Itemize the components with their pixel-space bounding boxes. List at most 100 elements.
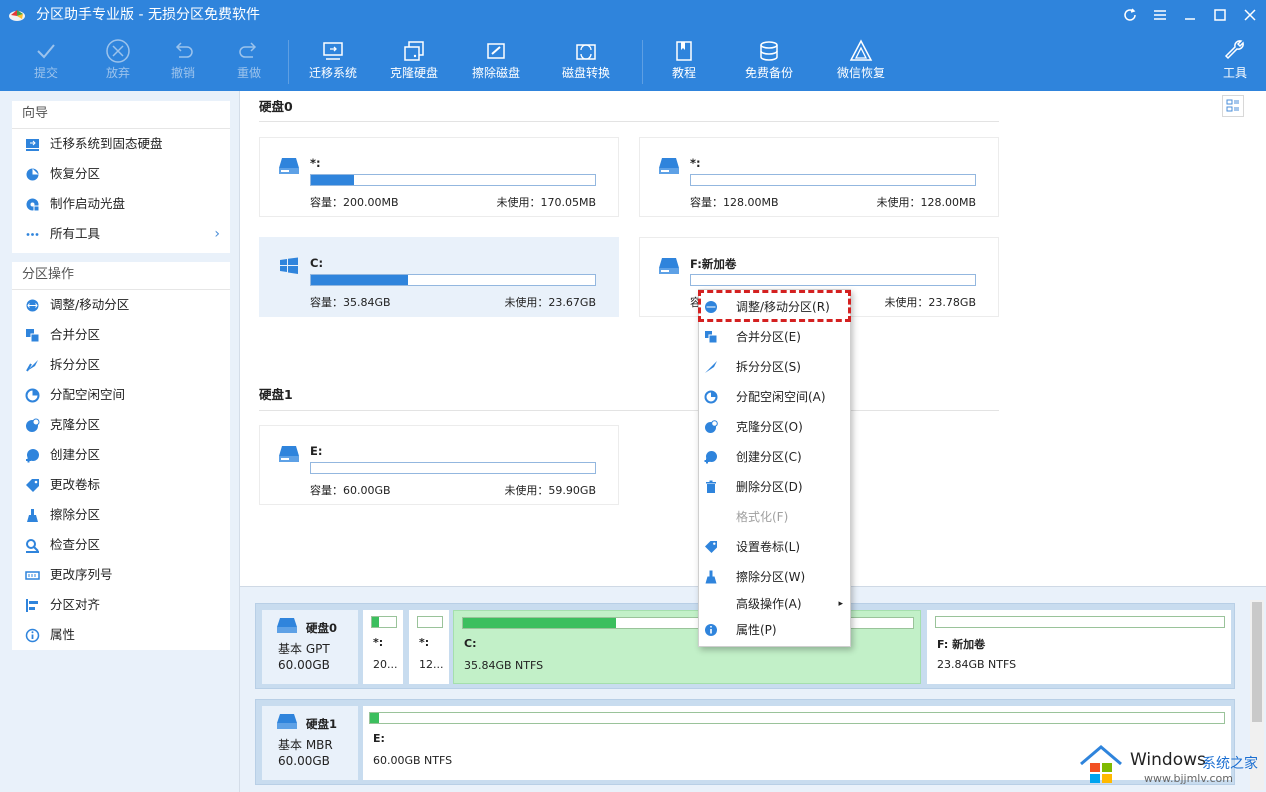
usage-fill bbox=[311, 275, 408, 285]
sidebar-item-allocate[interactable]: 分配空闲空间 bbox=[12, 380, 230, 410]
convert-disk-button[interactable]: 磁盘转换 bbox=[555, 30, 617, 91]
maximize-icon[interactable] bbox=[1210, 5, 1230, 25]
segment-name: F: 新加卷 bbox=[937, 638, 986, 651]
sidebar-item-check[interactable]: 检查分区 bbox=[12, 530, 230, 560]
wipe-disk-button[interactable]: 擦除磁盘 bbox=[465, 30, 527, 91]
migrate-icon bbox=[323, 42, 343, 60]
tools-button[interactable]: 工具 bbox=[1212, 30, 1258, 91]
sidebar-item-split[interactable]: 拆分分区 bbox=[12, 350, 230, 380]
redo-icon bbox=[239, 42, 257, 58]
sidebar-item-resize[interactable]: 调整/移动分区 bbox=[12, 290, 230, 320]
menu-item-properties[interactable]: 属性(P) bbox=[699, 617, 850, 643]
clone-icon bbox=[26, 418, 40, 432]
sidebar-item-migrate-ssd[interactable]: 迁移系统到固态硬盘 bbox=[12, 129, 230, 159]
disk-segment[interactable]: F: 新加卷 23.84GB NTFS bbox=[927, 610, 1231, 684]
create-icon bbox=[26, 449, 39, 463]
partition-free: 未使用：59.90GB bbox=[504, 484, 596, 497]
partition-card[interactable]: *: 容量：200.00MB 未使用：170.05MB bbox=[259, 137, 619, 217]
menu-item-split[interactable]: 拆分分区(S) bbox=[699, 354, 850, 380]
usage-bar bbox=[310, 174, 596, 186]
free-backup-button[interactable]: 免费备份 bbox=[738, 30, 800, 91]
redo-button[interactable]: 重做 bbox=[223, 30, 275, 91]
menu-item-set-label[interactable]: 设置卷标(L) bbox=[699, 534, 850, 560]
menu-item-delete[interactable]: 删除分区(D) bbox=[699, 474, 850, 500]
menu-item-clone[interactable]: 克隆分区(O) bbox=[699, 414, 850, 440]
refresh-icon[interactable] bbox=[1120, 5, 1140, 25]
sidebar-item-label: 拆分分区 bbox=[50, 357, 101, 372]
sidebar-item-label: 属性 bbox=[50, 627, 76, 642]
tutorial-label: 教程 bbox=[671, 66, 696, 80]
sidebar-item-label: 制作启动光盘 bbox=[50, 196, 126, 211]
drive-icon bbox=[277, 714, 297, 729]
segment-fill bbox=[370, 713, 379, 723]
ops-title: 分区操作 bbox=[12, 262, 230, 290]
undo-icon bbox=[175, 42, 193, 58]
sidebar-item-label: 调整/移动分区 bbox=[50, 297, 130, 312]
migrate-os-button[interactable]: 迁移系统 bbox=[302, 30, 364, 91]
menu-item-create[interactable]: 创建分区(C) bbox=[699, 444, 850, 470]
scrollbar-thumb[interactable] bbox=[1252, 602, 1262, 722]
menu-item-format[interactable]: 格式化(F) bbox=[699, 504, 850, 530]
clone-icon bbox=[705, 420, 718, 433]
tag-icon bbox=[705, 541, 717, 553]
sidebar-item-change-label[interactable]: 更改卷标 bbox=[12, 470, 230, 500]
disk-type: 基本 GPT bbox=[278, 642, 330, 656]
menu-item-merge[interactable]: 合并分区(E) bbox=[699, 324, 850, 350]
sidebar-item-clone[interactable]: 克隆分区 bbox=[12, 410, 230, 440]
close-icon[interactable] bbox=[1240, 5, 1260, 25]
watermark-title: Windows bbox=[1130, 750, 1206, 770]
partition-card[interactable]: *: 容量：128.00MB 未使用：128.00MB bbox=[639, 137, 999, 217]
menu-item-allocate[interactable]: 分配空闲空间(A) bbox=[699, 384, 850, 410]
windows-icon bbox=[280, 257, 298, 274]
partition-name: F:新加卷 bbox=[690, 257, 737, 271]
serial-icon bbox=[25, 571, 40, 580]
segment-info: 20... bbox=[373, 658, 398, 671]
menu-item-label: 合并分区(E) bbox=[736, 330, 801, 344]
sidebar-item-bootable-media[interactable]: 制作启动光盘 bbox=[12, 189, 230, 219]
partition-name: E: bbox=[310, 444, 323, 458]
sidebar-item-recover-partition[interactable]: 恢复分区 bbox=[12, 159, 230, 189]
commit-label: 提交 bbox=[33, 66, 58, 80]
menu-item-wipe[interactable]: 擦除分区(W) bbox=[699, 564, 850, 590]
title-bar: 分区助手专业版 - 无损分区免费软件 bbox=[0, 0, 1266, 30]
sidebar-item-label: 检查分区 bbox=[50, 537, 101, 552]
sidebar-item-merge[interactable]: 合并分区 bbox=[12, 320, 230, 350]
discard-button[interactable]: 放弃 bbox=[92, 30, 144, 91]
commit-button[interactable]: 提交 bbox=[20, 30, 72, 91]
undo-button[interactable]: 撤销 bbox=[157, 30, 209, 91]
sidebar-item-label: 创建分区 bbox=[50, 447, 101, 462]
drive-icon bbox=[659, 258, 679, 274]
undo-label: 撤销 bbox=[170, 66, 195, 80]
partition-free: 未使用：170.05MB bbox=[496, 196, 596, 209]
toolbar: 提交 放弃 撤销 重做 迁移系统 克隆硬盘 擦除磁盘 磁盘转换 教程 免费备份 … bbox=[0, 30, 1266, 91]
migrate-label: 迁移系统 bbox=[308, 66, 357, 80]
sidebar-item-serial[interactable]: 更改序列号 bbox=[12, 560, 230, 590]
minimize-icon[interactable] bbox=[1180, 5, 1200, 25]
align-icon bbox=[26, 599, 38, 612]
window-title: 分区助手专业版 - 无损分区免费软件 bbox=[36, 7, 260, 23]
sidebar-item-create[interactable]: 创建分区 bbox=[12, 440, 230, 470]
view-toggle-button[interactable] bbox=[1222, 95, 1244, 117]
redo-label: 重做 bbox=[236, 66, 261, 80]
disk-info[interactable]: 硬盘0 基本 GPT 60.00GB bbox=[262, 610, 358, 684]
clone-disk-button[interactable]: 克隆硬盘 bbox=[383, 30, 445, 91]
partition-card[interactable]: E: 容量：60.00GB 未使用：59.90GB bbox=[259, 425, 619, 505]
wechat-recovery-button[interactable]: 微信恢复 bbox=[830, 30, 892, 91]
sidebar-item-wipe[interactable]: 擦除分区 bbox=[12, 500, 230, 530]
sidebar-item-label: 分区对齐 bbox=[50, 597, 101, 612]
wechat-label: 微信恢复 bbox=[836, 66, 885, 80]
sidebar-item-align[interactable]: 分区对齐 bbox=[12, 590, 230, 620]
partition-card[interactable]: C: 容量：35.84GB 未使用：23.67GB bbox=[259, 237, 619, 317]
menu-item-advanced[interactable]: 高级操作(A) ▸ bbox=[699, 591, 850, 617]
menu-icon[interactable] bbox=[1150, 5, 1170, 25]
sidebar-item-properties[interactable]: 属性 bbox=[12, 620, 230, 650]
disk-name: 硬盘0 bbox=[306, 621, 338, 635]
disk-segment[interactable]: *: 12... bbox=[409, 610, 449, 684]
disk-info[interactable]: 硬盘1 基本 MBR 60.00GB bbox=[262, 706, 358, 780]
tutorial-button[interactable]: 教程 bbox=[660, 30, 708, 91]
sidebar-item-all-tools[interactable]: 所有工具 › bbox=[12, 219, 230, 249]
toolbar-separator bbox=[288, 40, 289, 84]
menu-item-label: 创建分区(C) bbox=[736, 450, 802, 464]
disk-segment[interactable]: *: 20... bbox=[363, 610, 403, 684]
more-icon bbox=[26, 233, 39, 236]
